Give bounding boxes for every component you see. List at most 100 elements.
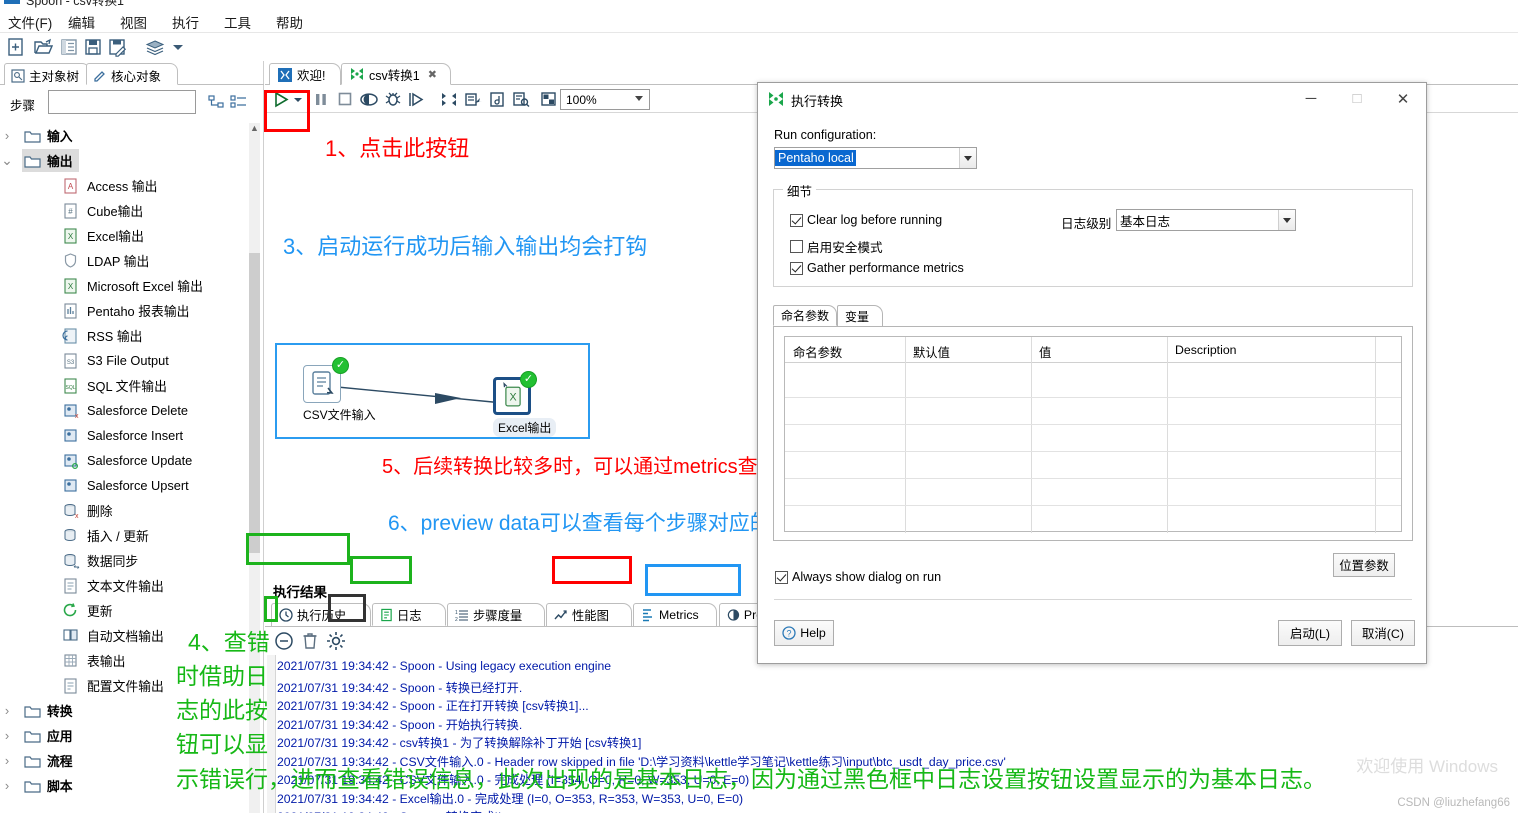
tree-node-content: x Salesforce Delete	[60, 400, 194, 421]
tree-step-10[interactable]: SQL SQL 文件输出	[0, 373, 248, 398]
tree-step-11[interactable]: x Salesforce Delete	[0, 398, 248, 423]
tab-step-metrics[interactable]: 12 步骤度量	[447, 603, 545, 626]
search-input[interactable]	[48, 90, 196, 114]
tree-step-15[interactable]: x 删除	[0, 498, 248, 523]
menu-edit[interactable]: 编辑	[64, 12, 99, 32]
tab-core-objects-label: 核心对象	[111, 69, 162, 84]
menu-view[interactable]: 视图	[116, 12, 151, 32]
tab-csv-transform[interactable]: csv转换1 ✖	[341, 63, 451, 85]
tree-step-13[interactable]: Salesforce Update	[0, 448, 248, 473]
new-file-button[interactable]	[6, 37, 26, 57]
save-as-button[interactable]	[107, 37, 127, 57]
left-panel-tabs: 主对象树 核心对象	[0, 61, 264, 85]
menu-run[interactable]: 执行	[168, 12, 203, 32]
transformation-settings-button[interactable]	[439, 90, 459, 109]
tree-folder-1[interactable]: ⌄ 输出	[0, 148, 248, 173]
tree-step-8[interactable]: RSS 输出	[0, 323, 248, 348]
always-show-dialog-checkbox[interactable]: Always show dialog on run	[775, 570, 941, 584]
tab-core-objects[interactable]: 核心对象	[86, 63, 178, 85]
menu-file[interactable]: 文件(F)	[4, 12, 56, 32]
clear-log-button[interactable]	[273, 630, 296, 652]
tree-step-18[interactable]: 文本文件输出	[0, 573, 248, 598]
tree-step-9[interactable]: S3 S3 File Output	[0, 348, 248, 373]
toolbar-chevron-down-icon[interactable]	[173, 45, 183, 50]
minimize-button[interactable]: ─	[1288, 83, 1334, 114]
maximize-button[interactable]: □	[1334, 83, 1380, 114]
log-level-select[interactable]: 基本日志	[1116, 209, 1296, 231]
tree-folder-0[interactable]: › 输入	[0, 123, 248, 148]
tab-performance-graph[interactable]: 性能图	[546, 603, 632, 626]
close-button[interactable]: ✕	[1380, 83, 1426, 114]
tree-step-6[interactable]: X Microsoft Excel 输出	[0, 273, 248, 298]
layers-icon[interactable]	[144, 37, 168, 57]
enable-safe-mode-checkbox[interactable]: 启用安全模式	[790, 237, 883, 256]
align-grid-button[interactable]	[539, 90, 559, 109]
tab-variables[interactable]: 变量	[837, 305, 883, 326]
chevron-down-icon[interactable]: ⌄	[0, 152, 14, 169]
annotation-box-log-scroll	[264, 596, 278, 622]
log-settings-gear-icon[interactable]	[325, 630, 348, 652]
annotation-box-log-settings	[328, 594, 366, 622]
tab-named-parameters[interactable]: 命名参数	[773, 305, 837, 326]
clear-log-before-running-checkbox[interactable]: Clear log before running	[790, 213, 942, 227]
close-icon[interactable]: ✖	[428, 68, 437, 81]
sql-button[interactable]	[487, 90, 507, 109]
tree-step-12[interactable]: Salesforce Insert	[0, 423, 248, 448]
tree-step-16[interactable]: 插入 / 更新	[0, 523, 248, 548]
verify-button[interactable]	[511, 90, 531, 109]
chevron-right-icon[interactable]: ›	[0, 753, 14, 768]
replay-button[interactable]	[407, 90, 427, 109]
explore-repository-button[interactable]	[59, 37, 79, 57]
menu-help[interactable]: 帮助	[272, 12, 307, 32]
named-parameters-table[interactable]: 命名参数 默认值 值 Description	[784, 336, 1402, 533]
tree-step-19[interactable]: 更新	[0, 598, 248, 623]
tree-step-5[interactable]: LDAP 输出	[0, 248, 248, 273]
gather-performance-metrics-checkbox[interactable]: Gather performance metrics	[790, 261, 964, 275]
menu-tools[interactable]: 工具	[220, 12, 255, 32]
chevron-right-icon[interactable]: ›	[0, 728, 14, 743]
debug-button[interactable]	[383, 90, 403, 109]
tree-step-3[interactable]: # Cube输出	[0, 198, 248, 223]
tab-log[interactable]: 日志	[372, 603, 446, 626]
open-file-button[interactable]	[33, 37, 54, 57]
help-button[interactable]: ? Help	[774, 620, 834, 646]
tree-step-2[interactable]: A Access 输出	[0, 173, 248, 198]
cancel-button[interactable]: 取消(C)	[1351, 620, 1415, 646]
annotation-box-metrics-tab	[552, 556, 632, 584]
tree-step-4[interactable]: X Excel输出	[0, 223, 248, 248]
chevron-right-icon[interactable]: ›	[0, 128, 14, 143]
trash-icon[interactable]	[299, 630, 322, 652]
excel-output-step[interactable]: X ✓ Excel输出	[493, 371, 557, 437]
chevron-right-icon[interactable]: ›	[0, 778, 14, 793]
annotation-a3: 3、启动运行成功后输入输出均会打钩	[283, 234, 648, 259]
preview-button[interactable]	[359, 90, 379, 109]
tab-main-object-tree[interactable]: 主对象树	[4, 63, 90, 85]
tree-step-14[interactable]: Salesforce Upsert	[0, 473, 248, 498]
tree-node-label: 脚本	[47, 779, 73, 794]
pause-button[interactable]	[311, 90, 331, 109]
tree-step-17[interactable]: 数据同步	[0, 548, 248, 573]
show-impact-button[interactable]	[463, 90, 483, 109]
chevron-right-icon[interactable]: ›	[0, 703, 14, 718]
tree-node-content: 插入 / 更新	[60, 524, 155, 547]
scroll-up-icon[interactable]: ▲	[249, 123, 260, 137]
tab-welcome[interactable]: 欢迎!	[269, 63, 341, 85]
chevron-down-icon[interactable]	[1278, 210, 1295, 230]
tree-node-label: RSS 输出	[87, 329, 143, 344]
pencil-icon	[94, 71, 105, 82]
stop-button[interactable]	[335, 90, 355, 109]
scrollbar-thumb[interactable]	[249, 253, 260, 553]
csv-file-input-step[interactable]: ✓ CSV文件输入	[303, 357, 376, 423]
run-configuration-select[interactable]: Pentaho local	[774, 147, 977, 169]
expand-all-icon[interactable]	[208, 94, 226, 110]
save-button[interactable]	[83, 37, 103, 57]
tab-metrics[interactable]: Metrics	[633, 603, 717, 626]
chevron-down-icon[interactable]	[959, 148, 976, 168]
tree-node-content: 输入	[22, 124, 79, 147]
text-file-output-icon	[62, 577, 80, 594]
launch-button[interactable]: 启动(L)	[1278, 620, 1342, 646]
position-parameters-button[interactable]: 位置参数	[1333, 553, 1395, 577]
tree-step-7[interactable]: Pentaho 报表输出	[0, 298, 248, 323]
zoom-level-select[interactable]: 100%	[560, 89, 650, 110]
collapse-all-icon[interactable]	[230, 94, 248, 110]
